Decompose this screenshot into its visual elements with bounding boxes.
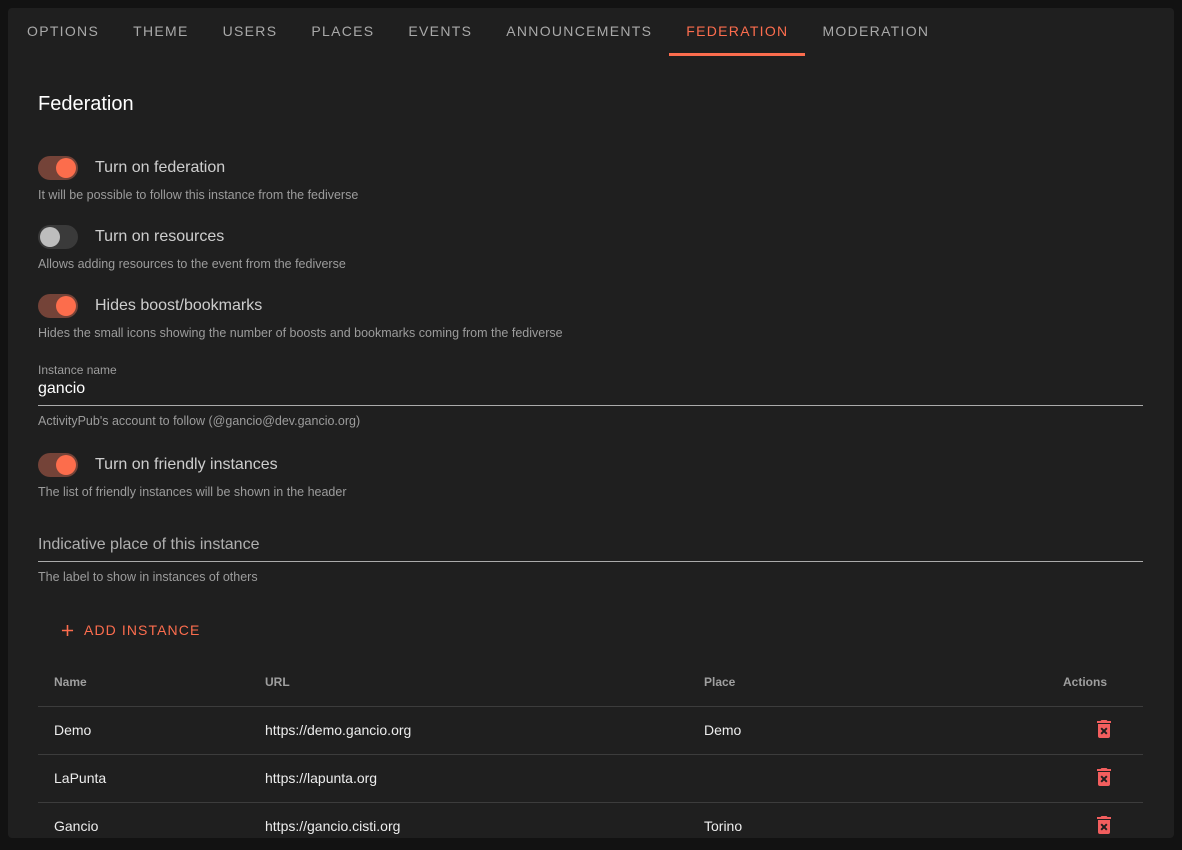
table-row: Gancio https://gancio.cisti.org Torino [38, 802, 1143, 850]
federation-settings-panel: Federation Turn on federation It will be… [8, 90, 1174, 850]
instance-name-hint: ActivityPub's account to follow (@gancio… [38, 414, 1143, 429]
federation-toggle[interactable] [38, 156, 78, 180]
trash-delete-forever-icon [1092, 729, 1116, 744]
column-header-name: Name [38, 658, 249, 706]
friendly-instances-toggle[interactable] [38, 453, 78, 477]
admin-tabbar: Options Theme Users Places Events Announ… [8, 8, 1174, 56]
plus-icon [58, 621, 77, 640]
instance-name-input[interactable] [38, 377, 1143, 406]
instance-place-cell [688, 754, 1047, 802]
federation-toggle-label[interactable]: Turn on federation [95, 159, 225, 177]
table-row: LaPunta https://lapunta.org [38, 754, 1143, 802]
column-header-actions: Actions [1047, 658, 1143, 706]
admin-panel-card: Options Theme Users Places Events Announ… [8, 8, 1174, 838]
table-header-row: Name URL Place Actions [38, 658, 1143, 706]
add-instance-button[interactable]: Add Instance [50, 612, 208, 648]
delete-instance-button[interactable] [1092, 813, 1116, 837]
toggle-thumb [56, 158, 76, 178]
tab-places[interactable]: Places [294, 8, 391, 56]
instance-name-label: Instance name [38, 363, 1143, 377]
tab-federation[interactable]: Federation [669, 8, 805, 56]
instance-url-cell: https://demo.gancio.org [249, 706, 688, 754]
setting-friendly-instances: Turn on friendly instances The list of f… [38, 453, 1143, 500]
tab-events[interactable]: Events [391, 8, 489, 56]
toggle-thumb [40, 227, 60, 247]
trusted-instances-table: Name URL Place Actions Demo https://demo… [38, 658, 1143, 850]
friendly-instances-toggle-label[interactable]: Turn on friendly instances [95, 456, 278, 474]
instance-name-field: Instance name ActivityPub's account to f… [38, 363, 1143, 429]
instance-url-cell: https://lapunta.org [249, 754, 688, 802]
instance-name-cell: Gancio [38, 802, 249, 850]
resources-toggle[interactable] [38, 225, 78, 249]
federation-toggle-hint: It will be possible to follow this insta… [38, 188, 1143, 203]
setting-hides-boost-bookmarks: Hides boost/bookmarks Hides the small ic… [38, 294, 1143, 341]
setting-turn-on-federation: Turn on federation It will be possible t… [38, 156, 1143, 203]
tab-options[interactable]: Options [10, 8, 116, 56]
setting-turn-on-resources: Turn on resources Allows adding resource… [38, 225, 1143, 272]
add-instance-button-label: Add Instance [84, 622, 200, 638]
trash-delete-forever-icon [1092, 825, 1116, 840]
tab-moderation[interactable]: Moderation [805, 8, 946, 56]
toggle-thumb [56, 455, 76, 475]
instance-name-cell: LaPunta [38, 754, 249, 802]
instance-url-cell: https://gancio.cisti.org [249, 802, 688, 850]
instance-place-field: The label to show in instances of others [38, 536, 1143, 585]
table-row: Demo https://demo.gancio.org Demo [38, 706, 1143, 754]
instance-place-input[interactable] [38, 536, 1143, 562]
trash-delete-forever-icon [1092, 777, 1116, 792]
instance-name-cell: Demo [38, 706, 249, 754]
hide-boost-toggle-hint: Hides the small icons showing the number… [38, 326, 1143, 341]
tab-users[interactable]: Users [206, 8, 295, 56]
instance-place-cell: Torino [688, 802, 1047, 850]
column-header-url: URL [249, 658, 688, 706]
delete-instance-button[interactable] [1092, 717, 1116, 741]
column-header-place: Place [688, 658, 1047, 706]
resources-toggle-label[interactable]: Turn on resources [95, 228, 224, 246]
tab-announcements[interactable]: Announcements [489, 8, 669, 56]
toggle-thumb [56, 296, 76, 316]
tab-theme[interactable]: Theme [116, 8, 206, 56]
delete-instance-button[interactable] [1092, 765, 1116, 789]
instance-place-cell: Demo [688, 706, 1047, 754]
hide-boost-toggle-label[interactable]: Hides boost/bookmarks [95, 297, 262, 315]
hide-boost-toggle[interactable] [38, 294, 78, 318]
instance-place-hint: The label to show in instances of others [38, 570, 1143, 585]
resources-toggle-hint: Allows adding resources to the event fro… [38, 257, 1143, 272]
page-title: Federation [38, 90, 1143, 118]
friendly-instances-hint: The list of friendly instances will be s… [38, 485, 1143, 500]
